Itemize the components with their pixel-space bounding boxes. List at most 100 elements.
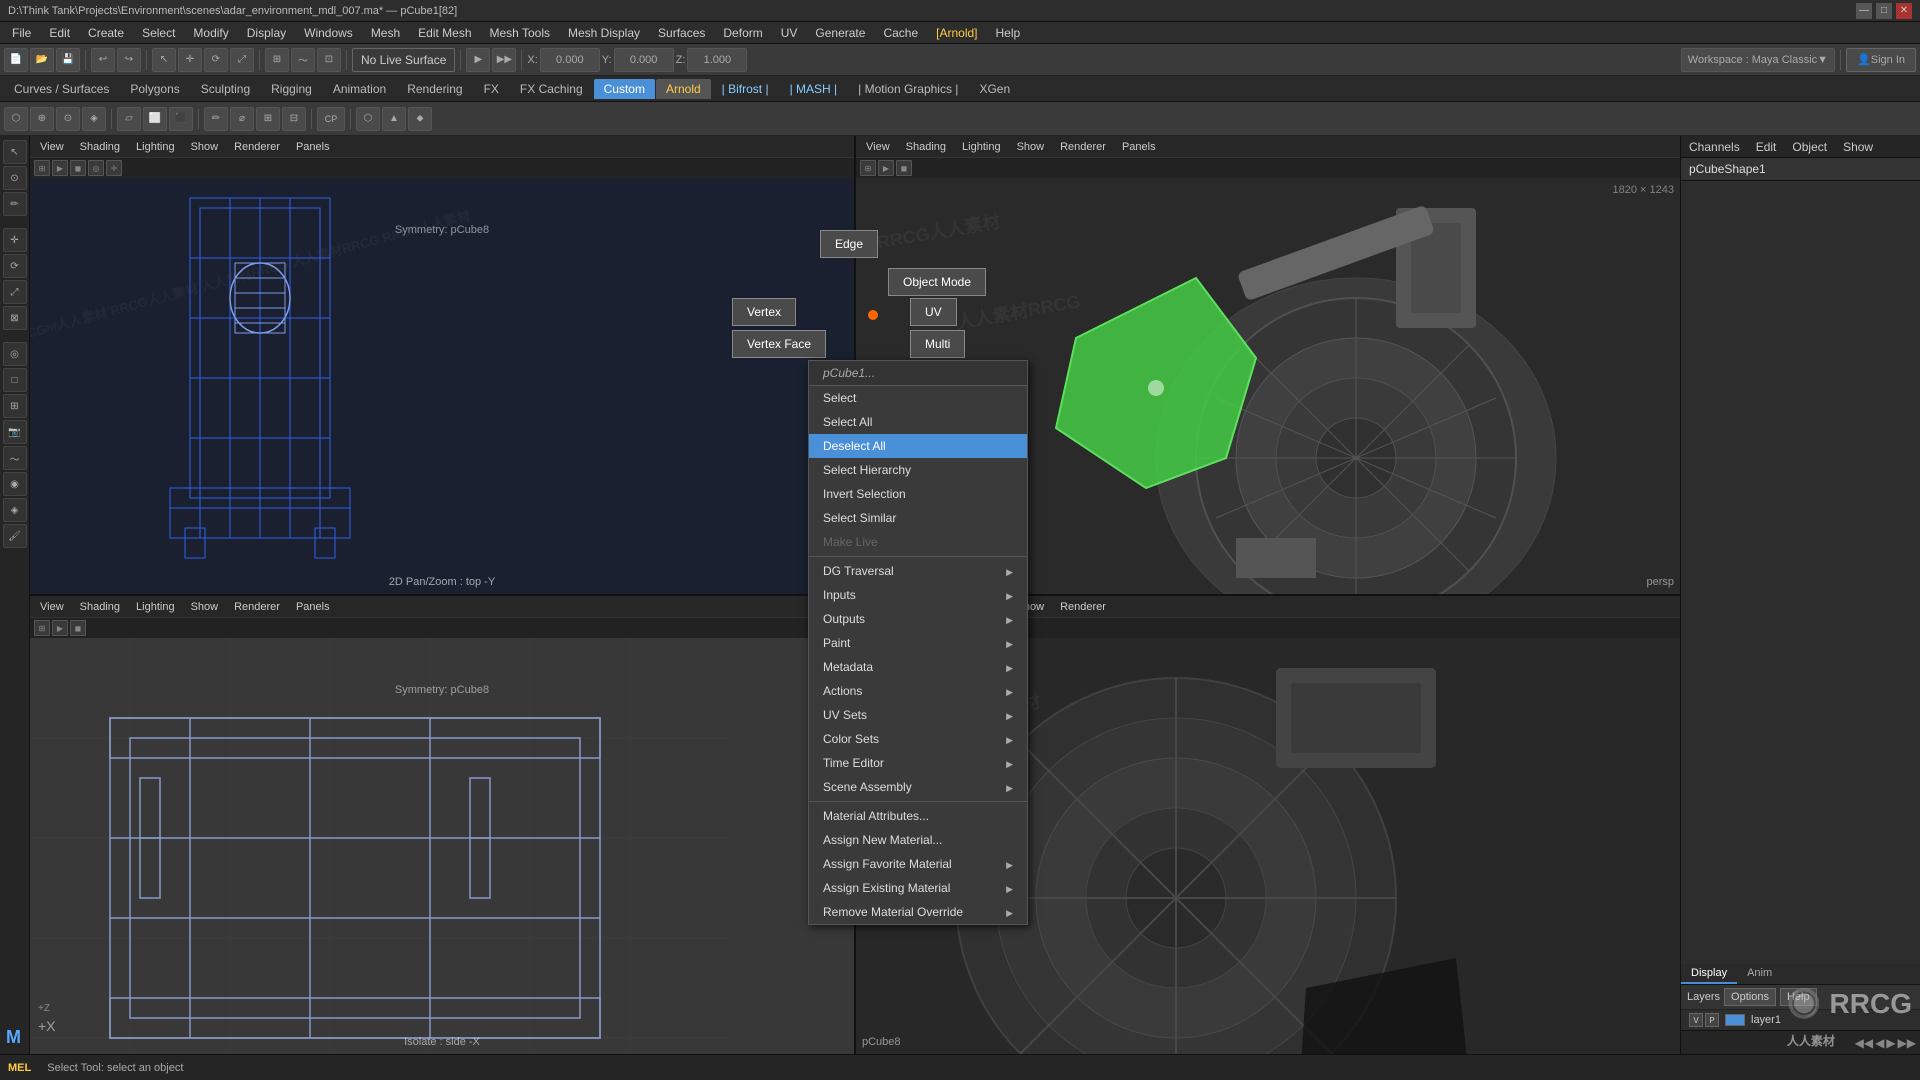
vp-tl-tb-4[interactable]: ◎ (88, 160, 104, 176)
shelf-btn-12[interactable]: ⬡ (356, 107, 380, 131)
vp-br-renderer[interactable]: Renderer (1056, 599, 1110, 615)
vp-tr-view[interactable]: View (862, 139, 894, 155)
mm-object-mode[interactable]: Object Mode (888, 268, 986, 296)
menu-display[interactable]: Display (239, 24, 294, 42)
tb-scale[interactable]: ⤢ (230, 48, 254, 72)
tb-snap-grid[interactable]: ⊞ (265, 48, 289, 72)
tab-curves-surfaces[interactable]: Curves / Surfaces (4, 79, 119, 99)
menu-create[interactable]: Create (80, 24, 132, 42)
mm-vertex-face[interactable]: Vertex Face (732, 330, 826, 358)
shelf-btn-2[interactable]: ⊕ (30, 107, 54, 131)
tab-xgen[interactable]: XGen (969, 79, 1020, 99)
mm-edge[interactable]: Edge (820, 230, 878, 258)
vp-bl-shading[interactable]: Shading (76, 599, 124, 615)
tool-paint2[interactable]: 🖌 (3, 524, 27, 548)
vp-tr-shading[interactable]: Shading (902, 139, 950, 155)
channels-label[interactable]: Channels (1689, 140, 1740, 154)
ctx-select-similar[interactable]: Select Similar (809, 506, 1027, 530)
tool-scale[interactable]: ⤢ (3, 280, 27, 304)
ctx-select[interactable]: Select (809, 386, 1027, 410)
tool-universal[interactable]: ⊠ (3, 306, 27, 330)
vp-bl-view[interactable]: View (36, 599, 68, 615)
vp-tr-show[interactable]: Show (1013, 139, 1049, 155)
workspace-label[interactable]: Workspace : Maya Classic▼ (1681, 48, 1835, 72)
no-live-surface-button[interactable]: No Live Surface (352, 48, 455, 72)
vp-tr-lighting[interactable]: Lighting (958, 139, 1005, 155)
ctx-actions[interactable]: Actions (809, 679, 1027, 703)
tab-rigging[interactable]: Rigging (261, 79, 322, 99)
tool-lasso[interactable]: ⊙ (3, 166, 27, 190)
shelf-btn-4[interactable]: ◈ (82, 107, 106, 131)
menu-arnold[interactable]: [Arnold] (928, 24, 985, 42)
ctx-assign-favorite-material[interactable]: Assign Favorite Material (809, 852, 1027, 876)
vp-tr-renderer[interactable]: Renderer (1056, 139, 1110, 155)
vp-bl-tb-1[interactable]: ⊞ (34, 620, 50, 636)
axis-z-value[interactable]: 1.000 (687, 48, 747, 72)
vp-tl-tb-2[interactable]: ▶ (52, 160, 68, 176)
tb-snap-curve[interactable]: 〜 (291, 48, 315, 72)
ctx-uv-sets[interactable]: UV Sets (809, 703, 1027, 727)
menu-windows[interactable]: Windows (296, 24, 361, 42)
window-controls[interactable]: — □ ✕ (1856, 3, 1912, 19)
vp-tl-tb-5[interactable]: ✛ (106, 160, 122, 176)
vp-tl-panels[interactable]: Panels (292, 139, 334, 155)
tb-undo[interactable]: ↩ (91, 48, 115, 72)
layers-options[interactable]: Options (1724, 988, 1776, 1006)
sign-in-button[interactable]: 👤 Sign In (1846, 48, 1916, 72)
tool-xray2[interactable]: ◈ (3, 498, 27, 522)
tb-move[interactable]: ✛ (178, 48, 202, 72)
axis-x-value[interactable]: 0.000 (540, 48, 600, 72)
shelf-btn-6[interactable]: ⬜ (143, 107, 167, 131)
shelf-btn-3[interactable]: ⊙ (56, 107, 80, 131)
shelf-btn-9[interactable]: ⌀ (230, 107, 254, 131)
tool-move[interactable]: ✛ (3, 228, 27, 252)
ctx-color-sets[interactable]: Color Sets (809, 727, 1027, 751)
edit-label[interactable]: Edit (1756, 140, 1777, 154)
mm-vertex[interactable]: Vertex (732, 298, 796, 326)
ctx-select-all[interactable]: Select All (809, 410, 1027, 434)
ctx-paint[interactable]: Paint (809, 631, 1027, 655)
viewport-bottom-left[interactable]: View Shading Lighting Show Renderer Pane… (30, 596, 854, 1054)
tool-paint[interactable]: ✏ (3, 192, 27, 216)
layer-p-button[interactable]: P (1705, 1013, 1719, 1027)
display-tab-button[interactable]: Display (1681, 964, 1737, 984)
vp-tl-view[interactable]: View (36, 139, 68, 155)
mm-uv[interactable]: UV (910, 298, 957, 326)
tab-motion-graphics[interactable]: | Motion Graphics | (848, 79, 968, 99)
ctx-deselect-all[interactable]: Deselect All (809, 434, 1027, 458)
menu-select[interactable]: Select (134, 24, 183, 42)
ctx-assign-new-material[interactable]: Assign New Material... (809, 828, 1027, 852)
vp-tl-tb-1[interactable]: ⊞ (34, 160, 50, 176)
vp-bl-lighting[interactable]: Lighting (132, 599, 179, 615)
tb-redo[interactable]: ↪ (117, 48, 141, 72)
menu-file[interactable]: File (4, 24, 39, 42)
tb-render[interactable]: ▶ (466, 48, 490, 72)
ctx-assign-existing-material[interactable]: Assign Existing Material (809, 876, 1027, 900)
axis-y-value[interactable]: 0.000 (614, 48, 674, 72)
object-label[interactable]: Object (1792, 140, 1827, 154)
tool-snap[interactable]: ⊞ (3, 394, 27, 418)
ctx-remove-material-override[interactable]: Remove Material Override (809, 900, 1027, 924)
menu-generate[interactable]: Generate (807, 24, 873, 42)
menu-edit-mesh[interactable]: Edit Mesh (410, 24, 479, 42)
vp-bl-panels[interactable]: Panels (292, 599, 334, 615)
shelf-btn-cp[interactable]: CP (317, 107, 345, 131)
tab-mash[interactable]: | MASH | (780, 79, 848, 99)
menu-mesh-display[interactable]: Mesh Display (560, 24, 648, 42)
vp-tl-tb-3[interactable]: ◼ (70, 160, 86, 176)
menu-modify[interactable]: Modify (185, 24, 236, 42)
ctx-inputs[interactable]: Inputs (809, 583, 1027, 607)
anim-tab-button[interactable]: Anim (1737, 964, 1782, 984)
shelf-btn-5[interactable]: ▱ (117, 107, 141, 131)
shelf-btn-1[interactable]: ⬡ (4, 107, 28, 131)
mm-multi[interactable]: Multi (910, 330, 965, 358)
tb-open[interactable]: 📂 (30, 48, 54, 72)
ctx-invert-selection[interactable]: Invert Selection (809, 482, 1027, 506)
tab-fx-caching[interactable]: FX Caching (510, 79, 593, 99)
shelf-btn-13[interactable]: ▲ (382, 107, 406, 131)
tool-camera[interactable]: 📷 (3, 420, 27, 444)
vp-tr-tb-2[interactable]: ▶ (878, 160, 894, 176)
tab-animation[interactable]: Animation (323, 79, 396, 99)
vp-tr-panels[interactable]: Panels (1118, 139, 1160, 155)
tool-xray[interactable]: ◉ (3, 472, 27, 496)
